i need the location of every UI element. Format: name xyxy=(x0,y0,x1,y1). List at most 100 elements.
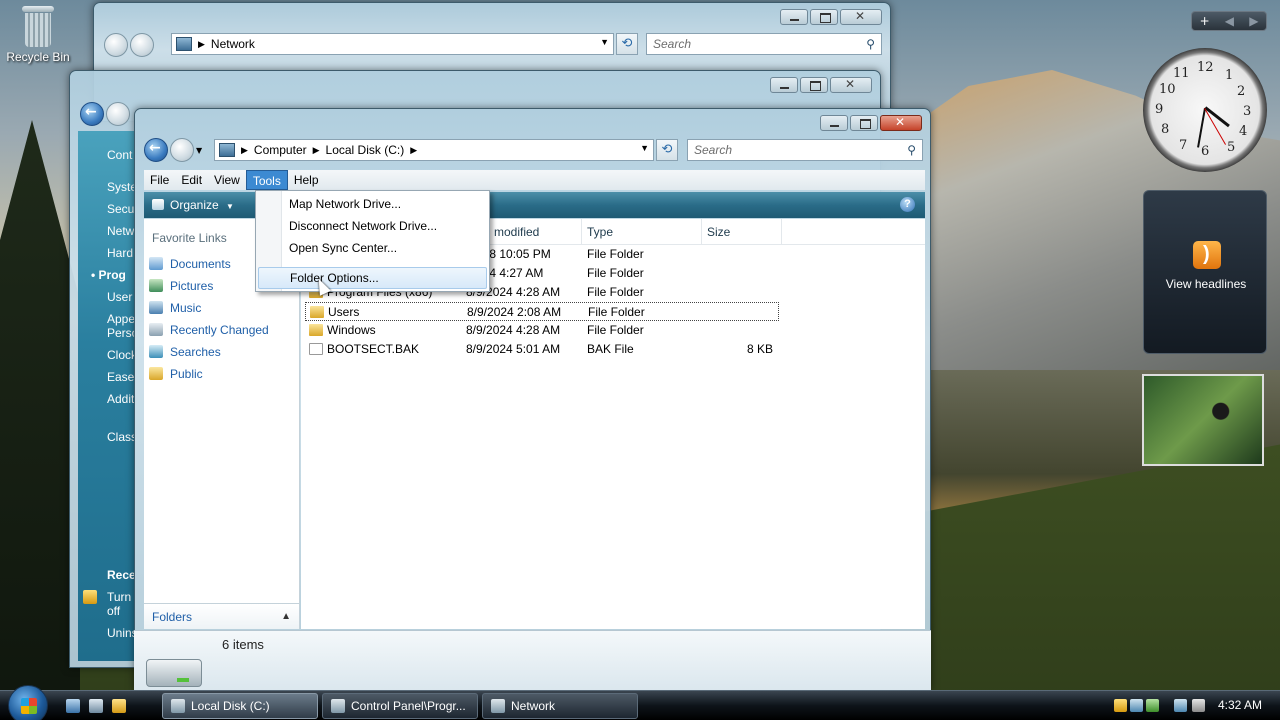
breadcrumb-chevron-icon: ▶ xyxy=(198,38,205,49)
view-headlines-label[interactable]: View headlines xyxy=(1144,277,1268,291)
breadcrumb-computer[interactable]: Computer xyxy=(254,143,307,157)
taskbar-item-local-disk[interactable]: Local Disk (C:) xyxy=(162,693,318,719)
breadcrumb-local-disk[interactable]: Local Disk (C:) xyxy=(326,143,405,157)
clock-number: 11 xyxy=(1173,66,1190,81)
clock-gadget[interactable]: 12 1 2 3 4 5 6 7 8 9 10 11 xyxy=(1143,48,1267,172)
tray-app-icon[interactable] xyxy=(1130,699,1143,712)
sidebar-item[interactable]: Secu xyxy=(107,202,134,216)
file-row[interactable]: BOOTSECT.BAK 8/9/2024 5:01 AM BAK File 8… xyxy=(305,340,779,359)
chevron-down-icon[interactable]: ▼ xyxy=(640,143,649,153)
next-icon[interactable]: ▶ xyxy=(1249,14,1258,28)
recent-task[interactable]: Turn xyxy=(107,590,131,604)
organize-button[interactable]: Organize ▼ xyxy=(148,196,234,214)
feed-headlines-gadget[interactable]: View headlines xyxy=(1143,190,1267,354)
taskbar-item-network[interactable]: Network xyxy=(482,693,638,719)
switch-windows-icon[interactable] xyxy=(89,699,103,713)
column-type[interactable]: Type xyxy=(587,225,613,239)
menu-view[interactable]: View xyxy=(208,170,246,190)
searches-icon xyxy=(149,345,163,358)
favorite-link-documents[interactable]: Documents xyxy=(148,253,269,275)
file-size: 8 KB xyxy=(746,342,773,356)
chevron-down-icon[interactable]: ▼ xyxy=(600,37,609,47)
previous-icon[interactable]: ◀ xyxy=(1225,14,1234,28)
favorite-link-recently-changed[interactable]: Recently Changed xyxy=(148,319,269,341)
minimize-button[interactable] xyxy=(770,77,798,93)
menu-help[interactable]: Help xyxy=(288,170,325,190)
menu-file[interactable]: File xyxy=(144,170,175,190)
menu-item-folder-options[interactable]: Folder Options... xyxy=(258,267,487,289)
clock-number: 2 xyxy=(1237,84,1246,99)
volume-muted-icon[interactable] xyxy=(1192,699,1205,712)
favorite-link-pictures[interactable]: Pictures xyxy=(148,275,269,297)
folders-toggle[interactable]: Folders ▲ xyxy=(144,603,299,629)
sidebar-item[interactable]: Ease xyxy=(107,370,134,384)
explorer-quicklaunch-icon[interactable] xyxy=(112,699,126,713)
organize-label: Organize xyxy=(170,198,219,212)
forward-button[interactable] xyxy=(130,33,154,57)
menu-item-map-network-drive[interactable]: Map Network Drive... xyxy=(258,193,487,215)
taskbar-item-label: Control Panel\Progr... xyxy=(351,699,466,713)
back-button[interactable] xyxy=(144,138,168,162)
forward-button[interactable] xyxy=(106,102,130,126)
add-gadget-icon[interactable]: + xyxy=(1200,14,1210,28)
taskbar-item-label: Network xyxy=(511,699,556,713)
close-button[interactable] xyxy=(840,9,882,25)
recent-task[interactable]: off xyxy=(107,604,120,618)
explorer-search-input[interactable]: Search ⚲ xyxy=(687,139,923,161)
refresh-icon[interactable]: ⟲ xyxy=(656,139,678,161)
menu-edit[interactable]: Edit xyxy=(175,170,208,190)
column-size[interactable]: Size xyxy=(707,225,730,239)
back-button[interactable] xyxy=(80,102,104,126)
sidebar-item[interactable]: Appe xyxy=(107,312,135,326)
tray-status-icon[interactable] xyxy=(1146,699,1159,712)
back-button[interactable] xyxy=(104,33,128,57)
close-button[interactable] xyxy=(830,77,872,93)
chevron-down-icon: ▼ xyxy=(226,202,234,211)
recycle-bin-shortcut[interactable]: Recycle Bin xyxy=(4,2,72,64)
refresh-icon[interactable]: ⟲ xyxy=(616,33,638,55)
slideshow-gadget[interactable] xyxy=(1142,374,1264,466)
forward-button[interactable] xyxy=(170,138,194,162)
close-button[interactable] xyxy=(880,115,922,131)
minimize-button[interactable] xyxy=(780,9,808,25)
maximize-button[interactable] xyxy=(800,77,828,93)
show-desktop-icon[interactable] xyxy=(66,699,80,713)
favorite-link-searches[interactable]: Searches xyxy=(148,341,269,363)
menu-item-disconnect-network-drive[interactable]: Disconnect Network Drive... xyxy=(258,215,487,237)
start-button[interactable] xyxy=(8,685,48,720)
breadcrumb-network[interactable]: Network xyxy=(211,37,255,51)
explorer-address-bar[interactable]: ▶ Computer ▶ Local Disk (C:) ▶ ▼ xyxy=(214,139,654,161)
taskbar-item-control-panel[interactable]: Control Panel\Progr... xyxy=(322,693,478,719)
breadcrumb-chevron-icon: ▶ xyxy=(241,144,248,155)
maximize-button[interactable] xyxy=(850,115,878,131)
sidebar-item[interactable]: Syste xyxy=(107,180,137,194)
column-date-modified[interactable]: modified xyxy=(494,225,539,239)
sidebar-item[interactable]: Clock xyxy=(107,348,137,362)
sidebar-item[interactable]: Addit xyxy=(107,392,134,406)
network-status-icon[interactable] xyxy=(1174,699,1187,712)
menu-item-open-sync-center[interactable]: Open Sync Center... xyxy=(258,237,487,259)
security-shield-icon[interactable] xyxy=(1114,699,1127,712)
menu-tools[interactable]: Tools xyxy=(245,170,288,190)
favorite-link-public[interactable]: Public xyxy=(148,363,269,385)
explorer-caption-buttons xyxy=(820,115,922,131)
file-row-selected[interactable]: Users 8/9/2024 2:08 AM File Folder xyxy=(305,302,779,321)
favorite-link-music[interactable]: Music xyxy=(148,297,269,319)
sidebar-item[interactable]: Class xyxy=(107,430,137,444)
recent-pages-chevron-icon[interactable]: ▼ xyxy=(196,146,202,155)
sidebar-item[interactable]: Netw xyxy=(107,224,134,238)
taskbar-clock[interactable]: 4:32 AM xyxy=(1218,698,1262,712)
sidebar-item-selected[interactable]: • Prog xyxy=(91,268,126,282)
sidebar-item[interactable]: Cont xyxy=(107,148,132,162)
network-search-input[interactable]: Search ⚲ xyxy=(646,33,882,55)
sidebar-item[interactable]: Hard xyxy=(107,246,133,260)
file-row[interactable]: Windows 8/9/2024 4:28 AM File Folder xyxy=(305,321,779,340)
minimize-button[interactable] xyxy=(820,115,848,131)
help-icon[interactable]: ? xyxy=(900,197,915,212)
sidebar-item[interactable]: User xyxy=(107,290,132,304)
search-icon[interactable]: ⚲ xyxy=(866,34,875,54)
network-address-bar[interactable]: ▶ Network ▼ xyxy=(171,33,614,55)
search-icon[interactable]: ⚲ xyxy=(907,140,916,160)
maximize-button[interactable] xyxy=(810,9,838,25)
favorite-link-label: Public xyxy=(170,367,203,381)
